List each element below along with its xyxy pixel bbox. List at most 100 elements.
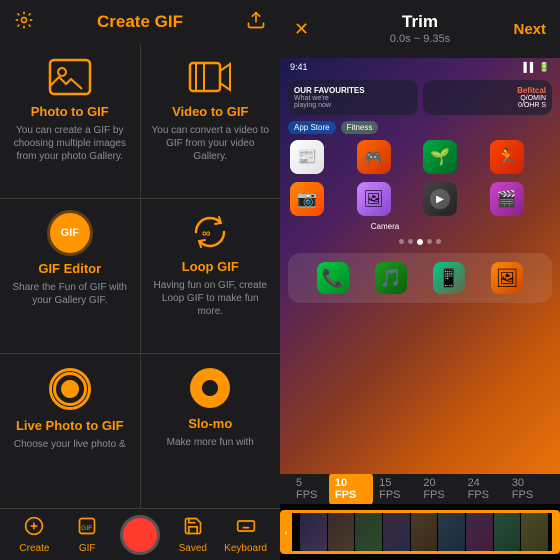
settings-icon[interactable] bbox=[14, 10, 34, 35]
nav-keyboard[interactable]: Keyboard bbox=[219, 516, 272, 554]
fps-24[interactable]: 24 FPS bbox=[462, 473, 506, 505]
photo-to-gif-cell[interactable]: Photo to GIF You can create a GIF by cho… bbox=[0, 44, 140, 198]
svg-text:GIF: GIF bbox=[81, 525, 92, 532]
create-label: Create bbox=[19, 543, 49, 554]
slomo-icon bbox=[190, 368, 230, 408]
timeline-frame-9 bbox=[521, 513, 548, 551]
subway-surf-app: 🏃 bbox=[490, 140, 524, 174]
loop-gif-cell[interactable]: ∞ Loop GIF Having fun on GIF, create Loo… bbox=[141, 199, 281, 353]
saved-icon bbox=[183, 516, 203, 541]
dot-5 bbox=[436, 239, 441, 244]
timeline-bottom-border bbox=[292, 551, 552, 554]
nav-saved[interactable]: Saved bbox=[166, 516, 219, 554]
left-header: Create GIF bbox=[0, 0, 280, 44]
timeline-frame-5 bbox=[411, 513, 438, 551]
create-icon bbox=[24, 516, 44, 541]
play-app: ▶ bbox=[423, 182, 457, 216]
timeline-frame-3 bbox=[355, 513, 382, 551]
gif-editor-title: GIF Editor bbox=[38, 261, 101, 276]
live-photo-desc: Choose your live photo & bbox=[14, 438, 126, 451]
slomo-title: Slo-mo bbox=[188, 416, 232, 431]
gif-nav-icon: GIF bbox=[77, 516, 97, 541]
live-photo-title: Live Photo to GIF bbox=[16, 418, 124, 433]
fps-10[interactable]: 10 FPS bbox=[329, 473, 373, 505]
nav-create[interactable]: Create bbox=[8, 516, 61, 554]
left-panel: Create GIF Photo to GIF You can create a… bbox=[0, 0, 280, 560]
dock-facetime: 📱 bbox=[433, 262, 465, 294]
fps-15[interactable]: 15 FPS bbox=[373, 473, 417, 505]
timeline-frame-2 bbox=[328, 513, 355, 551]
timeline-handle-right[interactable] bbox=[552, 510, 560, 554]
slomo-cell[interactable]: Slo-mo Make more fun with bbox=[141, 354, 281, 508]
battlegrounds-app: 🎮 bbox=[357, 140, 391, 174]
dock-photos: 🖼 bbox=[491, 262, 523, 294]
slomo-desc: Make more fun with bbox=[167, 436, 254, 449]
right-header: ✕ Trim 0.0s ~ 9.35s Next bbox=[280, 0, 560, 58]
photo2-app: 🖼 bbox=[357, 182, 391, 216]
fps-30[interactable]: 30 FPS bbox=[506, 473, 550, 505]
fps-bar: 5 FPS 10 FPS 15 FPS 20 FPS 24 FPS 30 FPS bbox=[280, 474, 560, 504]
saved-label: Saved bbox=[179, 543, 207, 554]
timeline-strip[interactable]: ‹ bbox=[280, 504, 560, 560]
photo-to-gif-icon bbox=[48, 58, 92, 96]
video-to-gif-desc: You can convert a video to GIF from your… bbox=[151, 124, 271, 163]
svg-text:∞: ∞ bbox=[202, 226, 211, 240]
video-preview: 9:41 ▌▌ 🔋 OUR FAVOURITES What we'replayi… bbox=[280, 58, 560, 474]
dot-2 bbox=[408, 239, 413, 244]
dot-3 bbox=[417, 239, 423, 245]
pvz2-app: 🌱 bbox=[423, 140, 457, 174]
timeline-frame-7 bbox=[466, 513, 493, 551]
dot-1 bbox=[399, 239, 404, 244]
close-button[interactable]: ✕ bbox=[294, 19, 309, 40]
timeline-frame-1 bbox=[300, 513, 327, 551]
video-to-gif-cell[interactable]: Video to GIF You can convert a video to … bbox=[141, 44, 281, 198]
dock: 📞 🎵 📱 🖼 bbox=[288, 253, 552, 303]
fps-5[interactable]: 5 FPS bbox=[290, 473, 329, 505]
timeline-inner: ‹ bbox=[280, 510, 560, 554]
nav-gif[interactable]: GIF GIF bbox=[61, 516, 114, 554]
bottom-nav: Create GIF GIF Saved bbox=[0, 508, 280, 560]
right-panel: ✕ Trim 0.0s ~ 9.35s Next 9:41 ▌▌ 🔋 OUR F… bbox=[280, 0, 560, 560]
photos-app: 📷 bbox=[290, 182, 324, 216]
timeline-frame-4 bbox=[383, 513, 410, 551]
share-icon[interactable] bbox=[246, 10, 266, 35]
gif-editor-icon: GIF bbox=[50, 213, 90, 253]
fps-20[interactable]: 20 FPS bbox=[417, 473, 461, 505]
live-photo-icon bbox=[49, 368, 91, 410]
status-time: 9:41 bbox=[290, 62, 308, 73]
imovie-app: 🎬 bbox=[490, 182, 524, 216]
phone-mockup: 9:41 ▌▌ 🔋 OUR FAVOURITES What we'replayi… bbox=[280, 58, 560, 474]
video-to-gif-title: Video to GIF bbox=[172, 104, 248, 119]
gif-label: GIF bbox=[79, 543, 96, 554]
gif-editor-desc: Share the Fun of GIF with your Gallery G… bbox=[10, 281, 130, 307]
trim-time-range: 0.0s ~ 9.35s bbox=[390, 32, 450, 46]
page-title: Create GIF bbox=[97, 12, 183, 32]
dock-phone: 📞 bbox=[317, 262, 349, 294]
photo-to-gif-desc: You can create a GIF by choosing multipl… bbox=[10, 124, 130, 163]
video-to-gif-icon bbox=[188, 58, 232, 96]
feature-grid: Photo to GIF You can create a GIF by cho… bbox=[0, 44, 280, 508]
timeline-handle-left[interactable]: ‹ bbox=[280, 510, 292, 554]
timeline-top-border bbox=[292, 510, 552, 513]
keyboard-icon bbox=[236, 516, 256, 541]
dock-spotify: 🎵 bbox=[375, 262, 407, 294]
timeline-frame-6 bbox=[438, 513, 465, 551]
loop-gif-title: Loop GIF bbox=[182, 259, 239, 274]
google-news-app: 📰 bbox=[290, 140, 324, 174]
trim-title: Trim bbox=[402, 12, 438, 32]
record-button[interactable] bbox=[120, 515, 160, 555]
trim-title-group: Trim 0.0s ~ 9.35s bbox=[390, 12, 450, 46]
keyboard-label: Keyboard bbox=[224, 543, 267, 554]
next-button[interactable]: Next bbox=[513, 21, 546, 38]
status-icons: ▌▌ 🔋 bbox=[524, 62, 550, 73]
dot-4 bbox=[427, 239, 432, 244]
loop-gif-desc: Having fun on GIF, create Loop GIF to ma… bbox=[151, 279, 271, 318]
live-photo-cell[interactable]: Live Photo to GIF Choose your live photo… bbox=[0, 354, 140, 508]
page-dots bbox=[280, 235, 560, 249]
timeline-frame-8 bbox=[494, 513, 521, 551]
photo-to-gif-title: Photo to GIF bbox=[31, 104, 109, 119]
nav-record bbox=[114, 515, 167, 555]
camera-label: Camera bbox=[280, 220, 560, 235]
gif-editor-cell[interactable]: GIF GIF Editor Share the Fun of GIF with… bbox=[0, 199, 140, 353]
loop-gif-icon: ∞ bbox=[188, 213, 232, 251]
